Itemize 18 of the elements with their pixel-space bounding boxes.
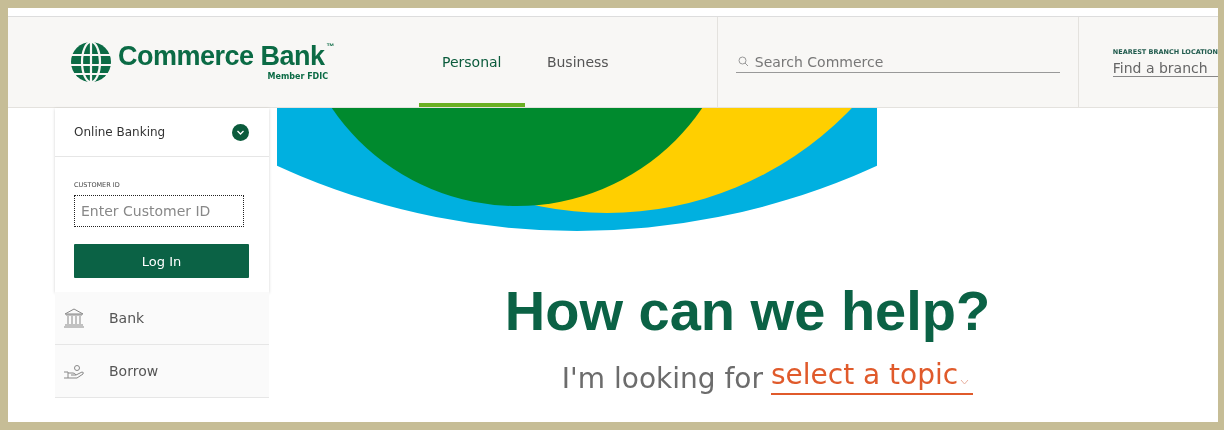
search-field[interactable]: Search Commerce [754, 53, 1045, 70]
topic-dropdown[interactable]: select a topic [770, 357, 974, 395]
nav-tab[interactable]: Business [524, 17, 631, 107]
find-branch-link[interactable]: Find a branch [1112, 59, 1218, 77]
globe-logo-icon [70, 41, 112, 83]
menu-item[interactable]: Bank [55, 292, 269, 345]
login-button[interactable]: Log In [74, 244, 249, 278]
hero-heading: How can we help? [504, 280, 991, 342]
caret-icon [960, 378, 970, 385]
logo-tagline: Member FDIC [267, 72, 329, 81]
logo-wordmark: Commerce Bank™ [118, 43, 335, 70]
online-banking-title: Online Banking [74, 125, 166, 139]
chevron-icon[interactable] [232, 123, 249, 141]
bank-icon [63, 307, 85, 329]
search-icon [737, 56, 749, 67]
customer-id-field[interactable]: Enter Customer ID [74, 195, 244, 227]
menu-item[interactable]: Borrow [55, 345, 269, 398]
prompt-text: I'm looking for [561, 361, 763, 395]
